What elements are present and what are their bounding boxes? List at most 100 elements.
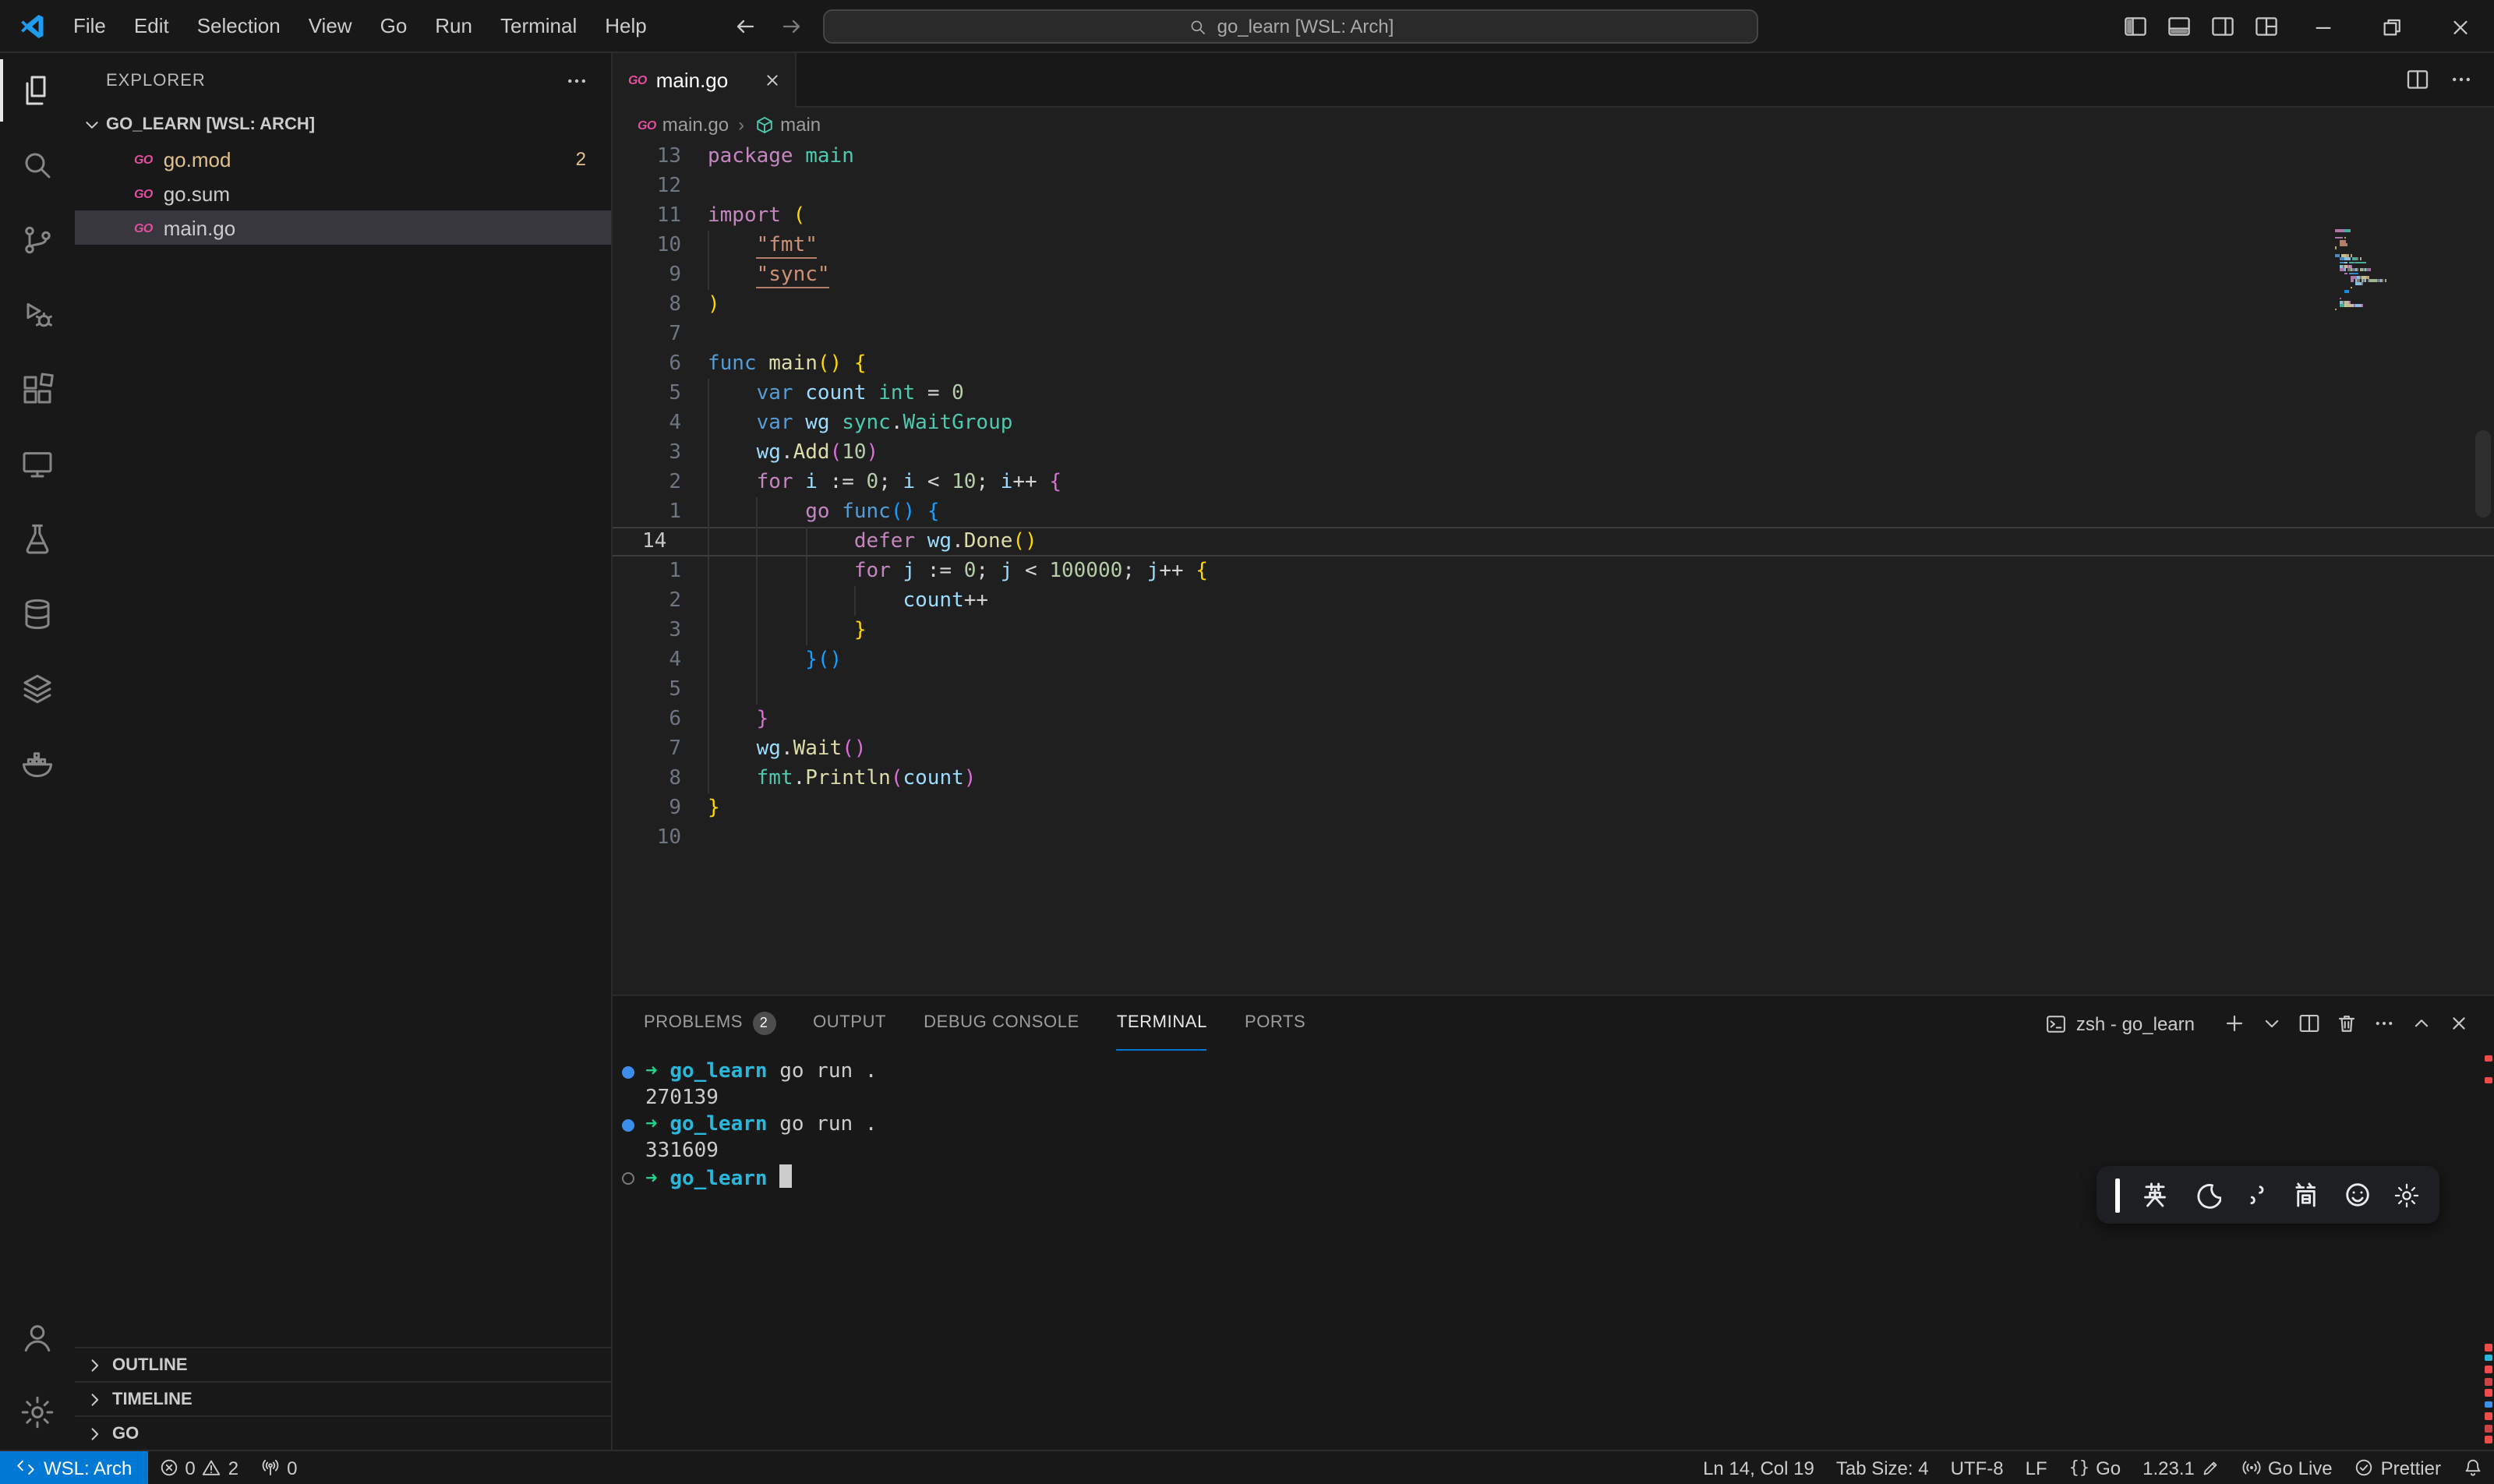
breadcrumb-symbol[interactable]: main [754,114,821,136]
menu-file[interactable]: File [59,0,120,52]
code-line[interactable]: 9} [613,793,2494,823]
restore-button[interactable] [2357,0,2425,53]
file-main.go[interactable]: GOmain.go [75,210,611,245]
ime-night-mode[interactable] [2191,1180,2220,1210]
status-notifications[interactable] [2452,1451,2494,1484]
activity-search[interactable] [0,128,75,203]
status-encoding[interactable]: UTF-8 [1940,1451,2015,1484]
trash-button[interactable] [2329,1006,2363,1041]
ime-settings[interactable] [2393,1181,2421,1209]
code-line[interactable]: 3 } [613,616,2494,645]
code-line[interactable]: 7 wg.Wait() [613,734,2494,764]
activity-database[interactable] [0,577,75,652]
split-editor-button[interactable] [2291,1006,2326,1041]
activity-docker[interactable] [0,726,75,801]
code-line[interactable]: 1 go func() { [613,497,2494,527]
code-line[interactable]: 8) [613,290,2494,320]
panel-tab-terminal[interactable]: TERMINAL [1117,996,1207,1051]
code-line[interactable]: 5 var count int = 0 [613,379,2494,408]
activity-explorer[interactable] [0,53,75,128]
code-line[interactable]: 10 [613,823,2494,853]
code-line[interactable]: 13package main [613,142,2494,171]
chev-up-button[interactable] [2404,1006,2438,1041]
close-button[interactable] [2441,1006,2475,1041]
activity-source-control[interactable] [0,203,75,277]
explorer-more-actions-icon[interactable] [564,68,589,93]
file-go.sum[interactable]: GOgo.sum [75,176,611,210]
status-go-live[interactable]: Go Live [2231,1451,2344,1484]
panel-tab-debug-console[interactable]: DEBUG CONSOLE [924,996,1079,1051]
code-line[interactable]: 5 [613,675,2494,705]
code-line[interactable]: 1 for j := 0; j < 100000; j++ { [613,556,2494,586]
panel-tab-output[interactable]: OUTPUT [813,996,886,1051]
nav-back-button[interactable] [733,14,758,39]
tab-main-go[interactable]: GO main.go [613,53,797,108]
minimap[interactable] [2335,229,2472,315]
code-line[interactable]: 4 }() [613,645,2494,675]
ime-english-toggle[interactable] [2141,1180,2171,1210]
code-line[interactable]: 12 [613,171,2494,201]
activity-accounts[interactable] [0,1300,75,1375]
section-go[interactable]: GO [75,1415,611,1450]
chev-down-button[interactable] [2254,1006,2288,1041]
terminal-content[interactable]: ➜ go_learn go run .270139➜ go_learn go r… [613,1051,2494,1450]
code-line[interactable]: 11import ( [613,201,2494,231]
code-line[interactable]: 2 for i := 0; i < 10; i++ { [613,468,2494,497]
code-line[interactable]: 10 "fmt" [613,231,2494,260]
activity-run-and-debug[interactable] [0,277,75,352]
split-editor-button[interactable] [2397,59,2438,100]
layout-grid-button[interactable] [2245,0,2288,53]
file-go.mod[interactable]: GOgo.mod2 [75,142,611,176]
code-line[interactable]: 9 "sync" [613,260,2494,290]
code-line[interactable]: 6 } [613,705,2494,734]
panel-tab-ports[interactable]: PORTS [1245,996,1305,1051]
code-line[interactable]: 7 [613,320,2494,349]
breadcrumb-file[interactable]: GO main.go [638,114,729,136]
menu-terminal[interactable]: Terminal [486,0,591,52]
ime-punctuation-toggle[interactable] [2241,1180,2271,1210]
activity-testing[interactable] [0,502,75,577]
code-line[interactable]: 2 count++ [613,586,2494,616]
ellipsis-button[interactable] [2366,1006,2400,1041]
menu-go[interactable]: Go [366,0,422,52]
layout-left-button[interactable] [2114,0,2157,53]
ime-emoji[interactable] [2342,1180,2372,1210]
status-cursor-position[interactable]: Ln 14, Col 19 [1692,1451,1825,1484]
code-editor[interactable]: 13package main1211import (10 "fmt"9 "syn… [613,142,2494,995]
menu-selection[interactable]: Selection [183,0,295,52]
status-remote-indicator[interactable]: WSL: Arch [0,1451,147,1484]
terminal-instance-label[interactable]: zsh - go_learn [2045,1012,2195,1034]
close-window-button[interactable] [2425,0,2494,53]
status-go-version[interactable]: 1.23.1 [2132,1451,2231,1484]
code-line[interactable]: 6func main() { [613,349,2494,379]
activity-remote-explorer[interactable] [0,427,75,502]
status-ports-forwarded[interactable]: 0 [249,1451,308,1484]
layout-panel-button[interactable] [2157,0,2201,53]
status-language-mode[interactable]: {}Go [2058,1451,2132,1484]
status-eol[interactable]: LF [2015,1451,2058,1484]
code-line[interactable]: 4 var wg sync.WaitGroup [613,408,2494,438]
explorer-section-header[interactable]: GO_LEARN [WSL: ARCH] [75,108,611,142]
activity-settings[interactable] [0,1375,75,1450]
activity-layers[interactable] [0,652,75,726]
status-tab-size[interactable]: Tab Size: 4 [1825,1451,1940,1484]
tab-close-icon[interactable] [762,70,782,90]
ellipsis-button[interactable] [2441,59,2482,100]
menu-edit[interactable]: Edit [120,0,183,52]
ime-text-cursor[interactable] [2115,1178,2120,1212]
section-timeline[interactable]: TIMELINE [75,1381,611,1415]
code-line[interactable]: 3 wg.Add(10) [613,438,2494,468]
command-center[interactable]: go_learn [WSL: Arch] [823,9,1758,44]
panel-tab-problems[interactable]: PROBLEMS2 [644,996,775,1051]
activity-extensions[interactable] [0,352,75,427]
editor-scrollbar[interactable] [2475,430,2491,518]
status-prettier[interactable]: Prettier [2344,1451,2452,1484]
minimize-button[interactable] [2288,0,2357,53]
menu-view[interactable]: View [295,0,366,52]
code-line[interactable]: 14 defer wg.Done() [613,527,2494,556]
ime-toolbar[interactable] [2097,1166,2439,1224]
section-outline[interactable]: OUTLINE [75,1347,611,1381]
plus-button[interactable] [2217,1006,2251,1041]
nav-forward-button[interactable] [779,14,804,39]
code-line[interactable]: 8 fmt.Println(count) [613,764,2494,793]
